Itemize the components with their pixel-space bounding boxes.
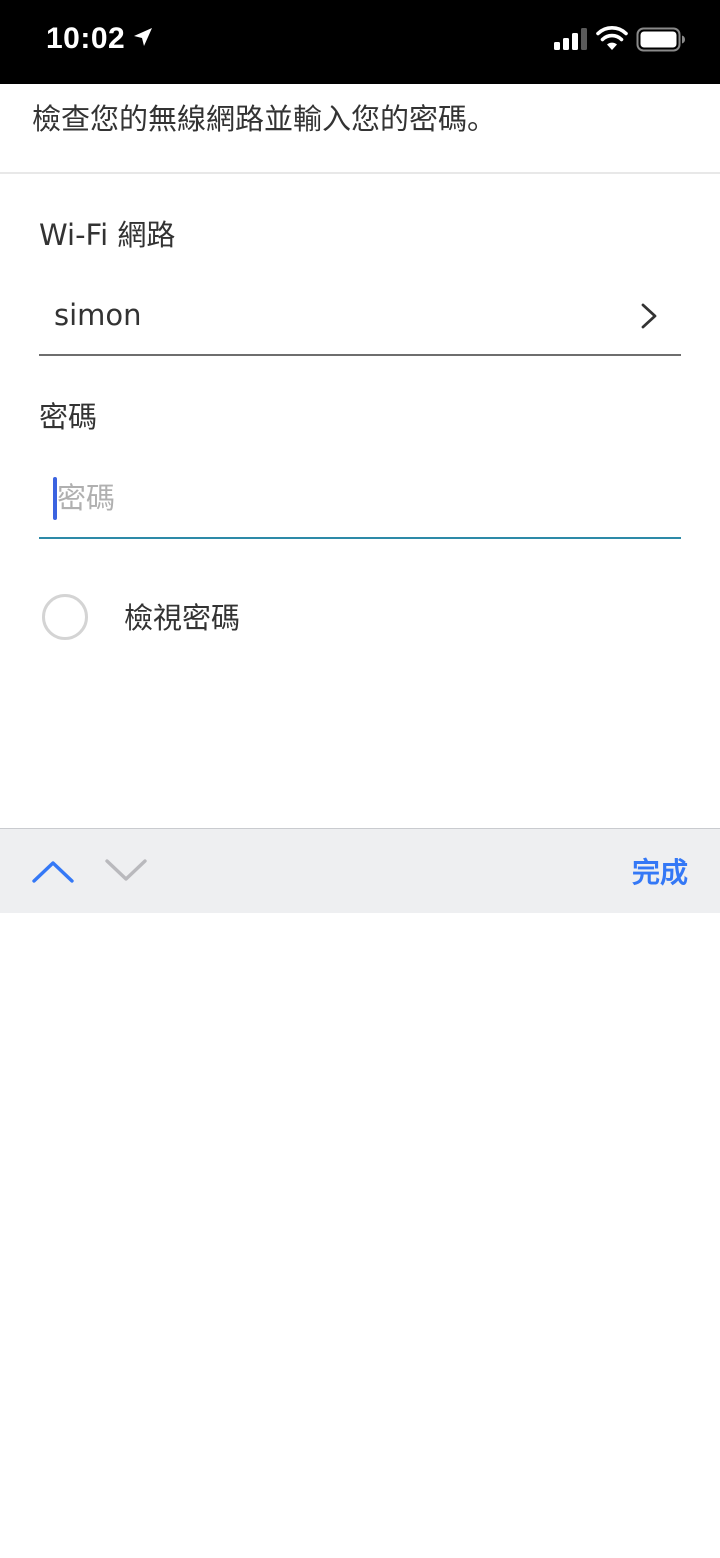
selected-network-name: simon [54, 298, 142, 332]
instruction-text: 檢查您的無線網路並輸入您的密碼。 [32, 102, 497, 136]
status-bar: 10:02 [0, 0, 720, 84]
keyboard-accessory-toolbar: 完成 [0, 828, 720, 913]
chevron-down-icon[interactable] [101, 851, 151, 891]
battery-icon [636, 27, 685, 52]
password-input[interactable] [53, 474, 657, 522]
cellular-signal-icon [554, 28, 587, 50]
show-password-toggle[interactable]: 檢視密碼 [39, 592, 339, 644]
chevron-up-icon[interactable] [28, 851, 78, 891]
password-label: 密碼 [39, 400, 98, 434]
location-arrow-icon [134, 28, 152, 46]
password-field [39, 460, 681, 539]
done-button[interactable]: 完成 [632, 849, 688, 893]
show-password-label: 檢視密碼 [124, 601, 241, 635]
wifi-icon [596, 26, 628, 50]
show-password-radio[interactable] [42, 594, 88, 640]
section-divider [0, 172, 720, 174]
wifi-setup-screen: 10:02 檢查您的無線網路並輸入您的密碼。 Wi-Fi 網路 simon 密碼… [0, 0, 720, 1558]
wifi-network-selector[interactable]: simon [39, 280, 681, 356]
status-time: 10:02 [46, 22, 126, 55]
chevron-right-icon [641, 303, 657, 329]
text-caret [53, 477, 57, 520]
wifi-network-label: Wi-Fi 網路 [39, 218, 176, 252]
